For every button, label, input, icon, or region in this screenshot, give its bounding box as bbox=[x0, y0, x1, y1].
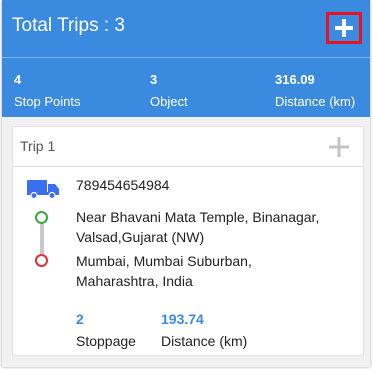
stop-points-value: 4 bbox=[14, 72, 22, 87]
add-trip-button[interactable] bbox=[326, 12, 362, 44]
start-address: Near Bhavani Mata Temple, Binanagar, Val… bbox=[76, 209, 320, 245]
stoppage-value: 2 bbox=[76, 311, 84, 327]
trip-distance-label: Distance (km) bbox=[161, 333, 248, 349]
stat-distance: 316.09 Distance (km) bbox=[275, 69, 355, 113]
route-connector bbox=[40, 224, 44, 254]
object-value: 3 bbox=[150, 72, 158, 87]
trips-card: Total Trips : 3 4 Stop Points 3 Object 3… bbox=[2, 0, 370, 367]
object-label: Object bbox=[150, 94, 188, 109]
stoppage-stat: 2 Stoppage bbox=[76, 308, 136, 352]
start-point-icon bbox=[35, 211, 48, 224]
distance-value: 316.09 bbox=[275, 72, 315, 87]
trip-panel: Trip 1 789454654984 Near Bhavani Mata Te… bbox=[12, 126, 364, 356]
plus-icon bbox=[335, 19, 353, 37]
trip-header[interactable]: Trip 1 bbox=[13, 127, 363, 167]
stoppage-label: Stoppage bbox=[76, 333, 136, 349]
stop-points-label: Stop Points bbox=[14, 94, 81, 109]
total-trips-title: Total Trips : 3 bbox=[12, 15, 125, 36]
stat-object: 3 Object bbox=[150, 69, 188, 113]
trips-header: Total Trips : 3 bbox=[2, 0, 370, 57]
end-point-icon bbox=[35, 254, 48, 267]
vehicle-number: 789454654984 bbox=[76, 177, 170, 193]
truck-icon bbox=[27, 180, 59, 199]
trip-distance-value: 193.74 bbox=[161, 311, 204, 327]
end-address: Mumbai, Mumbai Suburban, Maharashtra, In… bbox=[76, 253, 252, 289]
distance-label: Distance (km) bbox=[275, 94, 356, 109]
plus-icon[interactable] bbox=[328, 136, 350, 158]
stat-stop-points: 4 Stop Points bbox=[14, 69, 81, 113]
trip-label: Trip 1 bbox=[20, 138, 56, 154]
trip-distance-stat: 193.74 Distance (km) bbox=[161, 308, 247, 352]
summary-stats: 4 Stop Points 3 Object 316.09 Distance (… bbox=[2, 57, 370, 117]
